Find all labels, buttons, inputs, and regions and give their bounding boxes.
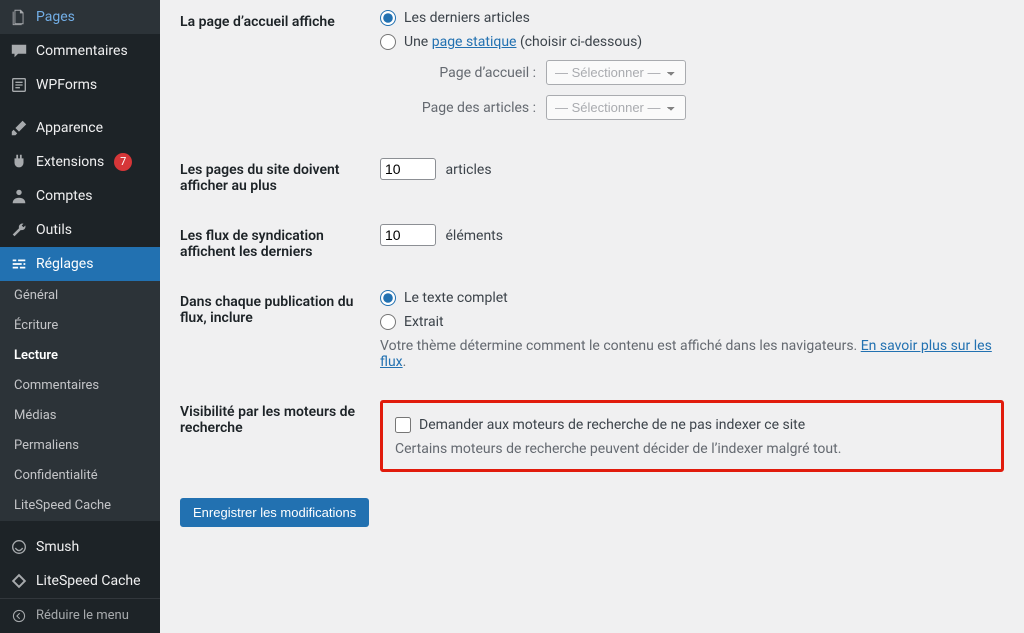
row-homepage-displays: La page d’accueil affiche Les derniers a… <box>180 0 1004 148</box>
submenu-item-privacy[interactable]: Confidentialité <box>0 461 160 491</box>
brush-icon <box>10 119 28 137</box>
static-page-link[interactable]: page statique <box>432 34 517 50</box>
sidebar-separator <box>0 523 160 528</box>
homepage-select-row: Page d’accueil : — Sélectionner — <box>416 60 1004 85</box>
settings-reading-page: La page d’accueil affiche Les derniers a… <box>160 0 1024 633</box>
feed-items-input[interactable] <box>380 224 436 246</box>
radio-latest-posts-input[interactable] <box>380 10 396 26</box>
wrench-icon <box>10 221 28 239</box>
sliders-icon <box>10 255 28 273</box>
sidebar-item-label: Extensions <box>36 153 104 171</box>
save-button[interactable]: Enregistrer les modifications <box>180 498 369 527</box>
sidebar-item-label: Smush <box>36 538 79 556</box>
sidebar-item-label: Comptes <box>36 187 92 205</box>
homepage-select-label: Page d’accueil : <box>416 65 536 81</box>
sidebar-item-settings[interactable]: Réglages <box>0 247 160 281</box>
sidebar-item-label: Pages <box>36 8 75 26</box>
posts-page-select-label: Page des articles : <box>416 100 536 116</box>
checkbox-label: Demander aux moteurs de recherche de ne … <box>419 417 805 433</box>
submenu-item-discussion[interactable]: Commentaires <box>0 371 160 401</box>
submenu-item-litespeed[interactable]: LiteSpeed Cache <box>0 491 160 521</box>
sidebar-item-wpforms[interactable]: WPForms <box>0 68 160 102</box>
row-label: La page d’accueil affiche <box>180 10 380 128</box>
sidebar-item-label: WPForms <box>36 76 97 94</box>
pages-icon <box>10 8 28 26</box>
row-search-visibility: Visibilité par les moteurs de recherche … <box>180 390 1004 492</box>
homepage-select[interactable]: — Sélectionner — <box>546 60 686 85</box>
sidebar-separator <box>0 104 160 109</box>
submenu-item-permalinks[interactable]: Permaliens <box>0 431 160 461</box>
row-label: Les flux de syndication affichent les de… <box>180 224 380 260</box>
radio-label: Une page statique (choisir ci-dessous) <box>404 34 642 50</box>
search-visibility-highlight: Demander aux moteurs de recherche de ne … <box>380 400 1004 472</box>
submenu-item-media[interactable]: Médias <box>0 401 160 431</box>
sidebar-item-appearance[interactable]: Apparence <box>0 111 160 145</box>
radio-excerpt[interactable]: Extrait <box>380 314 1004 330</box>
smush-icon <box>10 538 28 556</box>
radio-label: Les derniers articles <box>404 10 530 26</box>
radio-excerpt-input[interactable] <box>380 314 396 330</box>
user-icon <box>10 187 28 205</box>
sidebar-item-label: LiteSpeed Cache <box>36 572 141 590</box>
admin-sidebar: Pages Commentaires WPForms Apparence <box>0 0 160 633</box>
row-feed-content: Dans chaque publication du flux, inclure… <box>180 280 1004 390</box>
posts-per-page-input[interactable] <box>380 158 436 180</box>
noindex-checkbox[interactable] <box>395 417 411 433</box>
collapse-menu-button[interactable]: Réduire le menu <box>0 598 160 633</box>
search-visibility-description: Certains moteurs de recherche peuvent dé… <box>395 441 989 457</box>
unit-label: articles <box>445 162 491 178</box>
radio-full-text[interactable]: Le texte complet <box>380 290 1004 306</box>
posts-page-select-row: Page des articles : — Sélectionner — <box>416 95 1004 120</box>
plugin-icon <box>10 153 28 171</box>
radio-static-page-input[interactable] <box>380 34 396 50</box>
comment-icon <box>10 42 28 60</box>
row-label: Visibilité par les moteurs de recherche <box>180 400 380 472</box>
row-label: Les pages du site doivent afficher au pl… <box>180 158 380 194</box>
radio-static-page[interactable]: Une page statique (choisir ci-dessous) <box>380 34 1004 50</box>
radio-full-text-input[interactable] <box>380 290 396 306</box>
sidebar-item-users[interactable]: Comptes <box>0 179 160 213</box>
sidebar-item-tools[interactable]: Outils <box>0 213 160 247</box>
sidebar-item-plugins[interactable]: Extensions 7 <box>0 145 160 179</box>
sidebar-item-litespeed[interactable]: LiteSpeed Cache <box>0 564 160 598</box>
row-label: Dans chaque publication du flux, inclure <box>180 290 380 370</box>
sidebar-item-pages[interactable]: Pages <box>0 0 160 34</box>
sidebar-item-label: Outils <box>36 221 72 239</box>
feed-content-description: Votre thème détermine comment le contenu… <box>380 338 1004 370</box>
sidebar-item-comments[interactable]: Commentaires <box>0 34 160 68</box>
update-badge: 7 <box>114 153 132 171</box>
unit-label: éléments <box>445 228 503 244</box>
sidebar-item-smush[interactable]: Smush <box>0 530 160 564</box>
row-feed-items: Les flux de syndication affichent les de… <box>180 214 1004 280</box>
collapse-icon <box>10 607 28 625</box>
sidebar-item-label: Commentaires <box>36 42 128 60</box>
submenu-item-writing[interactable]: Écriture <box>0 311 160 341</box>
litespeed-icon <box>10 572 28 590</box>
wpforms-icon <box>10 76 28 94</box>
radio-latest-posts[interactable]: Les derniers articles <box>380 10 1004 26</box>
posts-page-select[interactable]: — Sélectionner — <box>546 95 686 120</box>
settings-submenu: Général Écriture Lecture Commentaires Mé… <box>0 281 160 521</box>
radio-label: Extrait <box>404 314 444 330</box>
row-posts-per-page: Les pages du site doivent afficher au pl… <box>180 148 1004 214</box>
submenu-item-general[interactable]: Général <box>0 281 160 311</box>
noindex-checkbox-row[interactable]: Demander aux moteurs de recherche de ne … <box>395 417 989 433</box>
radio-label: Le texte complet <box>404 290 508 306</box>
submenu-item-reading[interactable]: Lecture <box>0 341 160 371</box>
sidebar-item-label: Apparence <box>36 119 103 137</box>
sidebar-item-label: Réglages <box>36 255 93 273</box>
collapse-label: Réduire le menu <box>36 607 129 625</box>
